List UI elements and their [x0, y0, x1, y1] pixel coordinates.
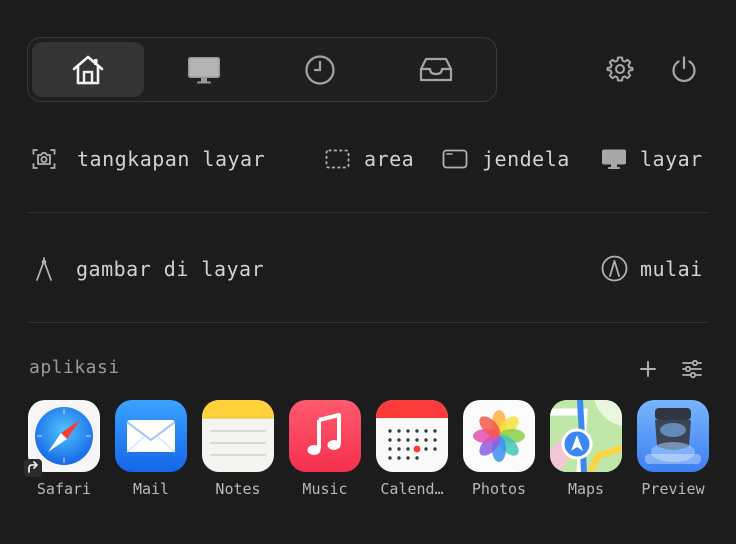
monitor-icon: [188, 56, 220, 83]
compass-pen-icon: [36, 257, 52, 281]
divider: [28, 322, 708, 323]
app-label: Music: [302, 480, 348, 498]
app-label: Notes: [215, 480, 261, 498]
draw-label: gambar di layar: [76, 257, 265, 281]
mode-tab-bar: [27, 37, 497, 102]
app-maps[interactable]: Maps: [549, 400, 623, 510]
capture-screen-label: layar: [640, 147, 703, 171]
sliders-icon: [682, 359, 702, 379]
home-icon: [72, 55, 104, 84]
apps-section-title: aplikasi: [29, 357, 120, 378]
pen-circle-icon: [601, 255, 628, 282]
app-calendar[interactable]: Calend…: [375, 400, 449, 510]
capture-screen-button[interactable]: layar: [601, 147, 703, 171]
music-icon: [289, 400, 361, 472]
draw-row: gambar di layar: [34, 256, 264, 282]
tab-screen[interactable]: [148, 42, 260, 97]
clock-icon: [305, 54, 335, 85]
app-safari[interactable]: Safari: [24, 400, 101, 510]
tab-home[interactable]: [32, 42, 144, 97]
edit-apps-button[interactable]: [681, 359, 703, 379]
app-label: Mail: [132, 480, 170, 498]
shortcut-arrow-icon: [24, 459, 42, 477]
draw-start-button[interactable]: mulai: [601, 255, 703, 282]
app-list: Safari Mail Notes Music Calend… Photos M…: [24, 400, 717, 510]
power-icon: [672, 56, 696, 82]
notes-icon: [202, 400, 274, 472]
draw-start-label: mulai: [640, 256, 703, 281]
capture-area-button[interactable]: area: [325, 147, 414, 171]
plus-icon: [640, 361, 656, 377]
tab-history[interactable]: [264, 42, 376, 97]
mail-icon: [115, 400, 187, 472]
preview-icon: [637, 400, 709, 472]
display-icon: [602, 149, 626, 169]
capture-window-label: jendela: [482, 147, 570, 171]
camera-icon: [32, 149, 56, 169]
dashed-area-icon: [325, 149, 350, 169]
capture-window-button[interactable]: jendela: [442, 147, 570, 171]
settings-button[interactable]: [603, 52, 637, 86]
app-preview[interactable]: Preview: [636, 400, 710, 510]
app-mail[interactable]: Mail: [114, 400, 188, 510]
app-label: Preview: [641, 480, 705, 498]
add-app-button[interactable]: [638, 359, 658, 379]
power-button[interactable]: [667, 52, 701, 86]
capture-area-label: area: [364, 147, 415, 171]
app-notes[interactable]: Notes: [201, 400, 275, 510]
divider: [28, 212, 708, 213]
inbox-tray-icon: [419, 57, 453, 81]
tab-inbox[interactable]: [380, 42, 492, 97]
app-label: Maps: [567, 480, 605, 498]
maps-icon: [550, 400, 622, 472]
window-icon: [442, 149, 468, 169]
capture-row: tangkapan layar: [32, 147, 265, 171]
capture-label: tangkapan layar: [77, 147, 266, 171]
calendar-icon: [376, 400, 448, 472]
app-photos[interactable]: Photos: [462, 400, 536, 510]
app-music[interactable]: Music: [288, 400, 362, 510]
photos-icon: [463, 400, 535, 472]
gear-icon: [606, 56, 634, 82]
app-label: Photos: [471, 480, 527, 498]
app-label: Calend…: [380, 480, 444, 498]
app-label: Safari: [36, 480, 92, 498]
